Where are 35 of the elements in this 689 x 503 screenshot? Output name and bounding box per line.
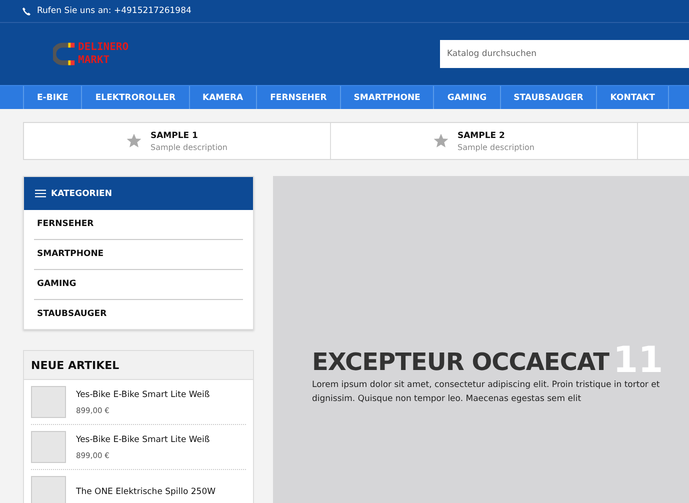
slide-title: EXCEPTEUR OCCAECAT <box>312 348 610 376</box>
logo-text: MARKT <box>78 54 111 67</box>
menu-icon <box>35 189 46 198</box>
category-link[interactable]: SMARTPHONE <box>34 240 243 270</box>
product-thumbnail[interactable] <box>31 386 66 418</box>
nav-link[interactable]: E-BIKE <box>23 86 82 109</box>
product-link[interactable]: Yes-Bike E-Bike Smart Lite Weiß <box>76 434 210 444</box>
slide-text: Lorem ipsum dolor sit amet, consectetur adipiscing elit. Proin tristique in tortor et dignissim. Quisque non tempor leo. Maecenas egestas sem elit <box>312 379 661 406</box>
product-link[interactable]: Yes-Bike E-Bike Smart Lite Weiß <box>76 390 210 400</box>
feature-title: SAMPLE 2 <box>457 130 506 140</box>
feature-description: Sample description <box>457 142 535 152</box>
nav-link[interactable]: KONTAKT <box>597 86 669 109</box>
phone-icon <box>22 6 31 16</box>
nav-link[interactable]: FERNSEHER <box>257 86 341 109</box>
logo-text: DELINERO <box>78 41 129 54</box>
panel-title: NEUE ARTIKEL <box>24 351 253 380</box>
category-link[interactable]: STAUBSAUGER <box>34 300 243 329</box>
phone-number: Rufen Sie uns an: +4915217261984 <box>37 6 192 16</box>
magnet-icon <box>53 41 77 67</box>
nav-link[interactable]: KAMERA <box>190 86 258 109</box>
feature-description: Sample description <box>150 142 228 152</box>
star-icon <box>433 133 450 149</box>
product-thumbnail[interactable] <box>31 476 66 503</box>
nav-link[interactable]: ELEKTROROLLER <box>82 86 190 109</box>
nav-link[interactable]: GAMING <box>434 86 501 109</box>
category-link[interactable]: FERNSEHER <box>34 210 243 240</box>
nav-link[interactable]: STAUBSAUGER <box>500 86 598 109</box>
category-link[interactable]: GAMING <box>34 270 243 300</box>
feature-title: SAMPLE 1 <box>150 130 199 140</box>
star-icon <box>126 133 142 149</box>
search-field[interactable]: Katalog durchsuchen <box>440 40 689 68</box>
product-thumbnail[interactable] <box>31 431 66 463</box>
nav-link[interactable]: SMARTPHONE <box>340 86 434 109</box>
product-link[interactable]: The ONE Elektrische Spillo 250W <box>76 487 216 497</box>
categories-title: KATEGORIEN <box>51 188 112 198</box>
